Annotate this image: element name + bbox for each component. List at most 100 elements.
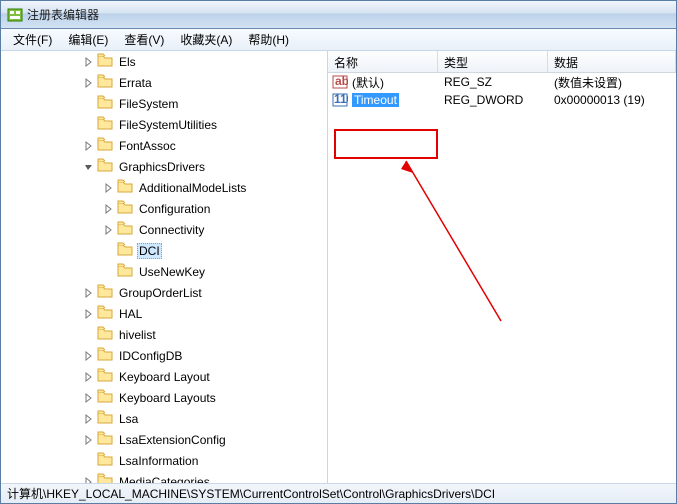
menu-edit[interactable]: 编辑(E)	[60, 29, 116, 50]
tree-item-label: GroupOrderList	[117, 285, 204, 301]
tree-item-els[interactable]: Els	[1, 51, 327, 72]
list-row[interactable]: 110TimeoutREG_DWORD0x00000013 (19)	[328, 91, 676, 109]
tree-item-label: MediaCategories	[117, 474, 212, 484]
tree-item-connectivity[interactable]: Connectivity	[1, 219, 327, 240]
tree-item-label: Configuration	[137, 201, 212, 217]
tree-item-label: IDConfigDB	[117, 348, 184, 364]
tree-item-label: AdditionalModeLists	[137, 180, 248, 196]
value-data: 0x00000013 (19)	[548, 93, 676, 107]
tree-item-filesystem[interactable]: FileSystem	[1, 93, 327, 114]
expander-none	[81, 327, 97, 343]
expander-none	[101, 264, 117, 280]
tree-item-label: HAL	[117, 306, 144, 322]
tree-item-fontassoc[interactable]: FontAssoc	[1, 135, 327, 156]
tree-view[interactable]: Els Errata FileSystem FileSystemUtilities Fo…	[1, 51, 328, 483]
folder-icon	[97, 137, 117, 154]
svg-text:110: 110	[334, 92, 348, 106]
folder-icon	[97, 452, 117, 469]
tree-item-label: LsaExtensionConfig	[117, 432, 228, 448]
list-body: ab(默认)REG_SZ(数值未设置)110TimeoutREG_DWORD0x…	[328, 73, 676, 483]
body: Els Errata FileSystem FileSystemUtilities Fo…	[1, 51, 676, 483]
folder-icon	[97, 284, 117, 301]
tree-item-keyboard-layout[interactable]: Keyboard Layout	[1, 366, 327, 387]
list-row[interactable]: ab(默认)REG_SZ(数值未设置)	[328, 73, 676, 91]
folder-icon	[97, 389, 117, 406]
tree-item-label: LsaInformation	[117, 453, 200, 469]
expander-closed-icon[interactable]	[101, 180, 117, 196]
menubar: 文件(F) 编辑(E) 查看(V) 收藏夹(A) 帮助(H)	[1, 29, 676, 51]
expander-none	[81, 96, 97, 112]
expander-closed-icon[interactable]	[81, 474, 97, 484]
expander-closed-icon[interactable]	[81, 54, 97, 70]
tree-item-grouporderlist[interactable]: GroupOrderList	[1, 282, 327, 303]
folder-icon	[97, 116, 117, 133]
statusbar: 计算机\HKEY_LOCAL_MACHINE\SYSTEM\CurrentCon…	[1, 483, 676, 503]
tree-item-hivelist[interactable]: hivelist	[1, 324, 327, 345]
value-type: REG_SZ	[438, 75, 548, 89]
menu-favorites[interactable]: 收藏夹(A)	[172, 29, 240, 50]
list-header: 名称 类型 数据	[328, 51, 676, 73]
expander-closed-icon[interactable]	[81, 390, 97, 406]
menu-view[interactable]: 查看(V)	[116, 29, 172, 50]
tree-item-label: Errata	[117, 75, 154, 91]
tree-item-lsainformation[interactable]: LsaInformation	[1, 450, 327, 471]
tree-item-graphicsdrivers[interactable]: GraphicsDrivers	[1, 156, 327, 177]
tree-item-dci[interactable]: DCI	[1, 240, 327, 261]
expander-closed-icon[interactable]	[81, 138, 97, 154]
list-view[interactable]: 名称 类型 数据 ab(默认)REG_SZ(数值未设置)110TimeoutRE…	[328, 51, 676, 483]
folder-icon	[97, 305, 117, 322]
tree-item-lsaextensionconfig[interactable]: LsaExtensionConfig	[1, 429, 327, 450]
status-path: 计算机\HKEY_LOCAL_MACHINE\SYSTEM\CurrentCon…	[7, 485, 495, 502]
svg-text:ab: ab	[335, 74, 348, 88]
titlebar[interactable]: 注册表编辑器	[1, 1, 676, 29]
expander-open-icon[interactable]	[81, 159, 97, 175]
tree-item-keyboard-layouts[interactable]: Keyboard Layouts	[1, 387, 327, 408]
app-icon	[7, 7, 23, 23]
window-title: 注册表编辑器	[27, 6, 99, 23]
folder-icon	[97, 74, 117, 91]
expander-closed-icon[interactable]	[81, 411, 97, 427]
tree-item-idconfigdb[interactable]: IDConfigDB	[1, 345, 327, 366]
expander-closed-icon[interactable]	[81, 306, 97, 322]
folder-icon	[97, 326, 117, 343]
registry-editor-window: 注册表编辑器 文件(F) 编辑(E) 查看(V) 收藏夹(A) 帮助(H) El…	[0, 0, 677, 504]
tree-item-label: FileSystemUtilities	[117, 117, 219, 133]
expander-none	[101, 243, 117, 259]
value-type: REG_DWORD	[438, 93, 548, 107]
tree-item-label: DCI	[137, 243, 162, 259]
expander-closed-icon[interactable]	[101, 201, 117, 217]
tree-item-label: FontAssoc	[117, 138, 178, 154]
expander-closed-icon[interactable]	[81, 369, 97, 385]
expander-closed-icon[interactable]	[101, 222, 117, 238]
col-data[interactable]: 数据	[548, 51, 676, 72]
folder-icon	[117, 179, 137, 196]
tree-item-hal[interactable]: HAL	[1, 303, 327, 324]
tree-item-label: GraphicsDrivers	[117, 159, 207, 175]
folder-icon	[97, 473, 117, 483]
menu-help[interactable]: 帮助(H)	[240, 29, 297, 50]
folder-icon	[117, 200, 137, 217]
col-type[interactable]: 类型	[438, 51, 548, 72]
expander-closed-icon[interactable]	[81, 285, 97, 301]
tree-item-label: Lsa	[117, 411, 140, 427]
tree-item-configuration[interactable]: Configuration	[1, 198, 327, 219]
expander-closed-icon[interactable]	[81, 432, 97, 448]
tree-item-errata[interactable]: Errata	[1, 72, 327, 93]
tree-item-filesystemutilities[interactable]: FileSystemUtilities	[1, 114, 327, 135]
tree-item-label: Els	[117, 54, 138, 70]
tree-item-usenewkey[interactable]: UseNewKey	[1, 261, 327, 282]
tree-item-label: Connectivity	[137, 222, 206, 238]
tree-item-additionalmodelists[interactable]: AdditionalModeLists	[1, 177, 327, 198]
menu-file[interactable]: 文件(F)	[5, 29, 60, 50]
folder-icon	[97, 95, 117, 112]
folder-icon	[97, 431, 117, 448]
folder-icon	[97, 368, 117, 385]
expander-closed-icon[interactable]	[81, 348, 97, 364]
folder-icon	[97, 158, 117, 175]
tree-item-label: hivelist	[117, 327, 158, 343]
tree-item-mediacategories[interactable]: MediaCategories	[1, 471, 327, 483]
expander-closed-icon[interactable]	[81, 75, 97, 91]
col-name[interactable]: 名称	[328, 51, 438, 72]
tree-item-lsa[interactable]: Lsa	[1, 408, 327, 429]
string-value-icon: ab	[332, 74, 348, 90]
